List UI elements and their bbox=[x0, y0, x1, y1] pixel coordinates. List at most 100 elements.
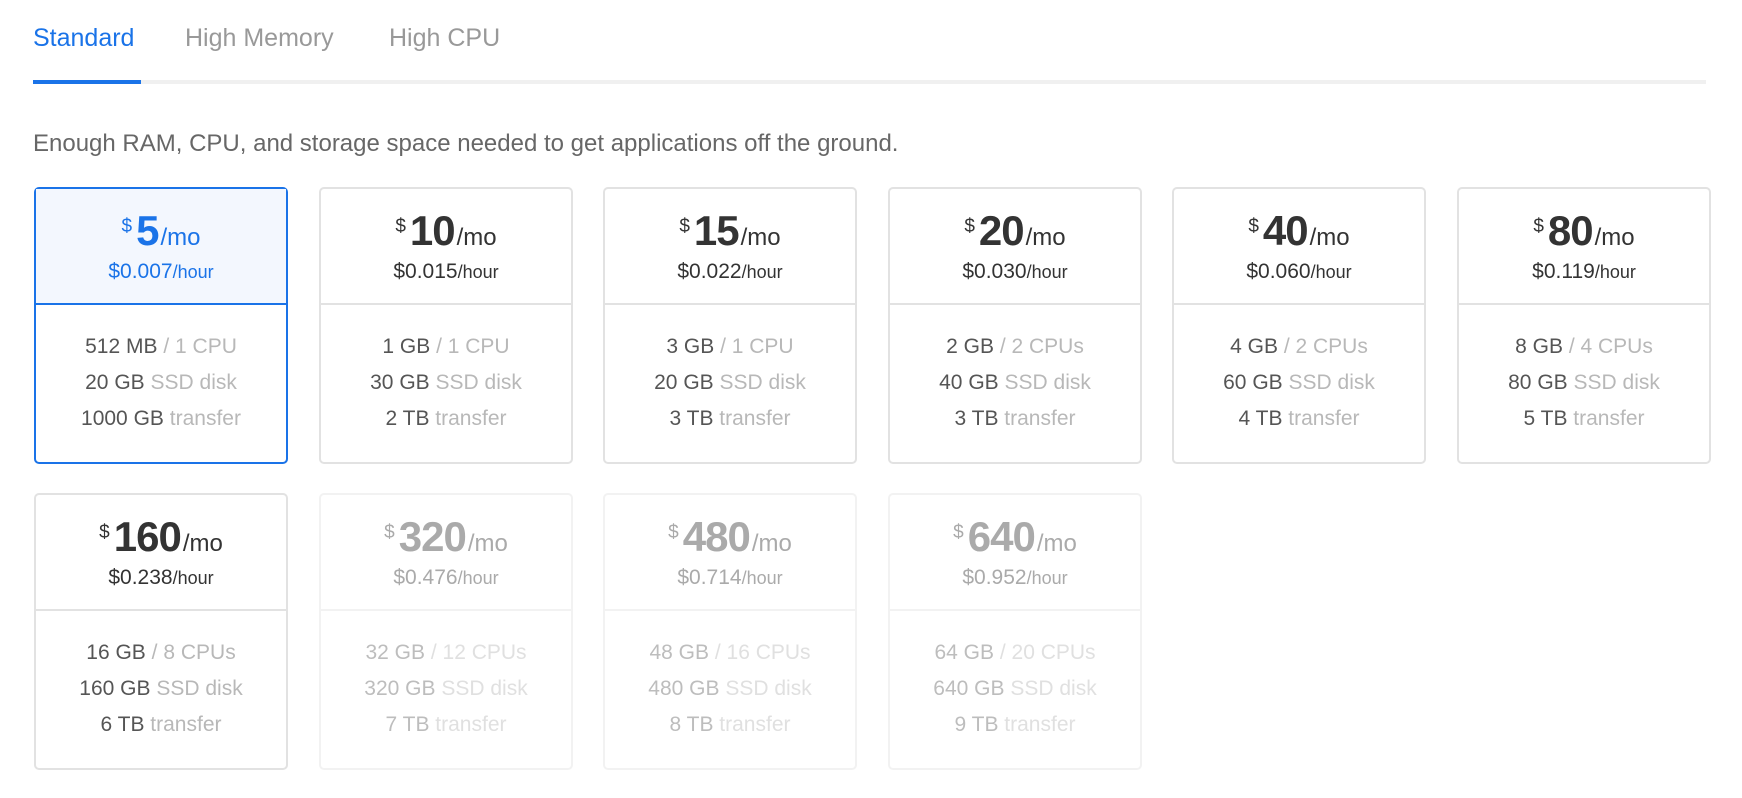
cpu-value: / 1 CPU bbox=[163, 335, 237, 358]
spec-transfer: 1000 GB transfer bbox=[36, 401, 286, 437]
plan-card-160[interactable]: $160/mo $0.238/hour 16 GB / 8 CPUs 160 GB S… bbox=[34, 493, 288, 770]
plan-card-10[interactable]: $10/mo $0.015/hour 1 GB / 1 CPU 30 GB SSD d… bbox=[319, 187, 573, 464]
hourly-price: $0.060/hour bbox=[1174, 260, 1424, 284]
currency-symbol: $ bbox=[668, 522, 679, 543]
tab-high-memory[interactable]: High Memory bbox=[185, 24, 334, 53]
plan-specs: 1 GB / 1 CPU 30 GB SSD disk 2 TB transfer bbox=[321, 305, 571, 437]
monthly-price: $40/mo bbox=[1174, 210, 1424, 258]
hourly-amount: $0.119 bbox=[1532, 260, 1595, 283]
plan-card-20[interactable]: $20/mo $0.030/hour 2 GB / 2 CPUs 40 GB SSD … bbox=[888, 187, 1142, 464]
per-month-label: /mo bbox=[182, 530, 223, 557]
memory-value: 4 GB bbox=[1230, 335, 1278, 358]
disk-value: 60 GB bbox=[1223, 371, 1283, 394]
hourly-price: $0.476/hour bbox=[321, 566, 571, 590]
cpu-value: / 1 CPU bbox=[436, 335, 510, 358]
spec-disk: 640 GB SSD disk bbox=[890, 671, 1140, 707]
plan-specs: 512 MB / 1 CPU 20 GB SSD disk 1000 GB tran… bbox=[36, 305, 286, 437]
currency-symbol: $ bbox=[1248, 216, 1259, 237]
memory-value: 48 GB bbox=[649, 641, 709, 664]
plan-card-640: $640/mo $0.952/hour 64 GB / 20 CPUs 640 GB … bbox=[888, 493, 1142, 770]
disk-value: 80 GB bbox=[1508, 371, 1568, 394]
plan-specs: 2 GB / 2 CPUs 40 GB SSD disk 3 TB transfer bbox=[890, 305, 1140, 437]
cpu-value: / 20 CPUs bbox=[999, 641, 1096, 664]
monthly-price: $160/mo bbox=[36, 516, 286, 564]
monthly-amount: 160 bbox=[113, 513, 182, 560]
spec-memory-cpu: 4 GB / 2 CPUs bbox=[1174, 329, 1424, 365]
cpu-value: / 2 CPUs bbox=[999, 335, 1084, 358]
cpu-value: / 8 CPUs bbox=[151, 641, 236, 664]
cpu-value: / 16 CPUs bbox=[714, 641, 811, 664]
memory-value: 8 GB bbox=[1515, 335, 1563, 358]
currency-symbol: $ bbox=[953, 522, 964, 543]
plan-specs: 4 GB / 2 CPUs 60 GB SSD disk 4 TB transfer bbox=[1174, 305, 1424, 437]
tab-high-cpu[interactable]: High CPU bbox=[389, 24, 500, 53]
plan-specs: 3 GB / 1 CPU 20 GB SSD disk 3 TB transfer bbox=[605, 305, 855, 437]
hourly-amount: $0.238 bbox=[108, 566, 173, 589]
disk-value: 30 GB bbox=[370, 371, 430, 394]
monthly-price: $320/mo bbox=[321, 516, 571, 564]
disk-value: 640 GB bbox=[933, 677, 1005, 700]
plan-price-header: $40/mo $0.060/hour bbox=[1174, 189, 1424, 305]
transfer-value: 8 TB bbox=[669, 713, 714, 736]
transfer-label: transfer bbox=[1004, 713, 1076, 736]
transfer-label: transfer bbox=[1573, 407, 1645, 430]
transfer-label: transfer bbox=[1288, 407, 1360, 430]
per-hour-label: /hour bbox=[172, 568, 214, 588]
plan-card-80[interactable]: $80/mo $0.119/hour 8 GB / 4 CPUs 80 GB SSD … bbox=[1457, 187, 1711, 464]
hourly-price: $0.119/hour bbox=[1459, 260, 1709, 284]
disk-label: SSD disk bbox=[156, 677, 243, 700]
hourly-amount: $0.030 bbox=[962, 260, 1027, 283]
per-month-label: /mo bbox=[1025, 224, 1066, 251]
transfer-value: 4 TB bbox=[1238, 407, 1283, 430]
spec-memory-cpu: 64 GB / 20 CPUs bbox=[890, 635, 1140, 671]
plan-card-15[interactable]: $15/mo $0.022/hour 3 GB / 1 CPU 20 GB SSD d… bbox=[603, 187, 857, 464]
spec-transfer: 4 TB transfer bbox=[1174, 401, 1424, 437]
hourly-price: $0.015/hour bbox=[321, 260, 571, 284]
transfer-label: transfer bbox=[435, 713, 507, 736]
currency-symbol: $ bbox=[384, 522, 395, 543]
hourly-amount: $0.060 bbox=[1246, 260, 1311, 283]
spec-transfer: 9 TB transfer bbox=[890, 707, 1140, 743]
spec-disk: 320 GB SSD disk bbox=[321, 671, 571, 707]
disk-label: SSD disk bbox=[435, 371, 522, 394]
memory-value: 3 GB bbox=[666, 335, 715, 358]
spec-memory-cpu: 48 GB / 16 CPUs bbox=[605, 635, 855, 671]
per-hour-label: /hour bbox=[1310, 262, 1352, 282]
monthly-amount: 10 bbox=[409, 207, 456, 254]
tab-standard[interactable]: Standard bbox=[33, 24, 134, 53]
spec-transfer: 8 TB transfer bbox=[605, 707, 855, 743]
plan-price-header: $5/mo $0.007/hour bbox=[36, 189, 286, 305]
spec-disk: 30 GB SSD disk bbox=[321, 365, 571, 401]
plan-type-tabs: Standard High Memory High CPU bbox=[33, 0, 1706, 84]
plan-price-header: $10/mo $0.015/hour bbox=[321, 189, 571, 305]
currency-symbol: $ bbox=[99, 522, 110, 543]
plan-price-header: $160/mo $0.238/hour bbox=[36, 495, 286, 611]
spec-memory-cpu: 32 GB / 12 CPUs bbox=[321, 635, 571, 671]
per-month-label: /mo bbox=[1594, 224, 1635, 251]
spec-transfer: 6 TB transfer bbox=[36, 707, 286, 743]
spec-memory-cpu: 16 GB / 8 CPUs bbox=[36, 635, 286, 671]
transfer-value: 9 TB bbox=[954, 713, 999, 736]
monthly-price: $640/mo bbox=[890, 516, 1140, 564]
hourly-price: $0.238/hour bbox=[36, 566, 286, 590]
plan-card-5[interactable]: $5/mo $0.007/hour 512 MB / 1 CPU 20 GB SSD … bbox=[34, 187, 288, 464]
cpu-value: / 12 CPUs bbox=[430, 641, 527, 664]
tab-track bbox=[33, 80, 1706, 84]
per-month-label: /mo bbox=[160, 224, 201, 251]
transfer-value: 3 TB bbox=[954, 407, 999, 430]
transfer-value: 3 TB bbox=[669, 407, 714, 430]
disk-label: SSD disk bbox=[150, 371, 237, 394]
disk-label: SSD disk bbox=[1573, 371, 1660, 394]
disk-value: 40 GB bbox=[939, 371, 999, 394]
transfer-label: transfer bbox=[435, 407, 507, 430]
monthly-amount: 480 bbox=[682, 513, 751, 560]
plan-card-40[interactable]: $40/mo $0.060/hour 4 GB / 2 CPUs 60 GB SSD … bbox=[1172, 187, 1426, 464]
spec-memory-cpu: 3 GB / 1 CPU bbox=[605, 329, 855, 365]
spec-transfer: 7 TB transfer bbox=[321, 707, 571, 743]
spec-transfer: 5 TB transfer bbox=[1459, 401, 1709, 437]
hourly-price: $0.022/hour bbox=[605, 260, 855, 284]
per-month-label: /mo bbox=[740, 224, 781, 251]
spec-transfer: 2 TB transfer bbox=[321, 401, 571, 437]
plan-specs: 32 GB / 12 CPUs 320 GB SSD disk 7 TB trans… bbox=[321, 611, 571, 743]
hourly-price: $0.030/hour bbox=[890, 260, 1140, 284]
